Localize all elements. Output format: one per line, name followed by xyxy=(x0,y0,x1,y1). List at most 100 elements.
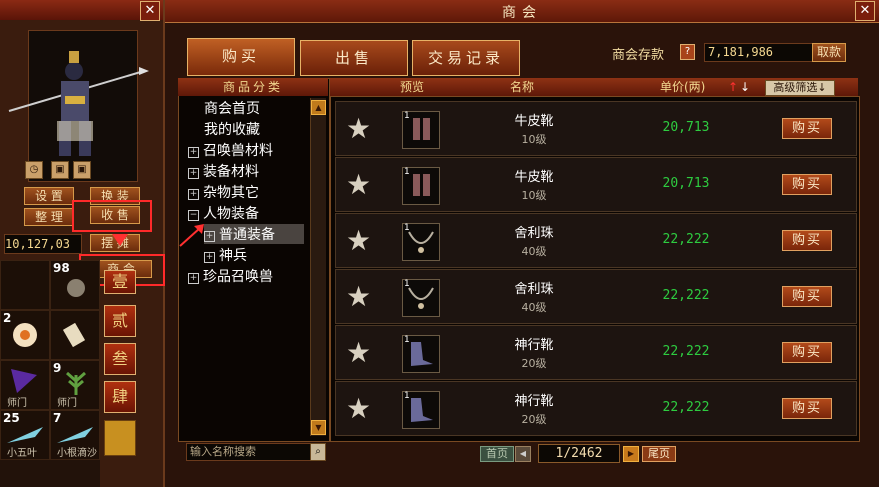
category-item-home[interactable]: 商会首页 xyxy=(204,98,260,118)
flag-item-icon xyxy=(11,369,37,393)
item-level: 10级 xyxy=(521,133,547,146)
collapse-icon[interactable]: − xyxy=(188,210,199,221)
buy-button[interactable]: 购买 xyxy=(782,230,832,251)
pointer-arrow-icon xyxy=(112,234,128,246)
category-item-equipment-materials[interactable]: + 装备材料 xyxy=(188,161,259,181)
inventory-slot[interactable] xyxy=(0,260,50,310)
expand-icon[interactable]: + xyxy=(188,168,199,179)
sell-button[interactable]: 收 售 xyxy=(90,206,140,224)
next-page-icon[interactable]: ▶ xyxy=(623,446,639,462)
list-item: ★ 1 神行靴 20级 22,222 购买 xyxy=(335,325,857,380)
buy-button[interactable]: 购买 xyxy=(782,342,832,363)
scroll-down-icon[interactable]: ▼ xyxy=(311,420,326,435)
favorite-star-icon[interactable]: ★ xyxy=(346,227,374,255)
item-price: 22,222 xyxy=(662,288,710,303)
item-name: 神行靴 xyxy=(514,394,554,409)
inventory-page-tab[interactable]: 贰 xyxy=(104,305,136,337)
expand-icon[interactable]: + xyxy=(188,189,199,200)
inventory-slot[interactable]: 98 xyxy=(50,260,100,310)
scroll-item-icon xyxy=(62,322,86,348)
close-icon[interactable]: ✕ xyxy=(855,1,875,21)
category-item-rare-pets[interactable]: + 珍品召唤兽 xyxy=(188,266,273,286)
window-title: 商会 xyxy=(502,5,542,21)
boots-item-icon[interactable]: 1 xyxy=(402,391,440,429)
sort-up-icon[interactable]: ↑ xyxy=(728,78,738,96)
category-item-pet-materials[interactable]: + 召唤兽材料 xyxy=(188,140,273,160)
category-item-misc[interactable]: + 杂物其它 xyxy=(188,182,259,202)
necklace-item-icon[interactable]: 1 xyxy=(402,223,440,261)
tab-trade-history[interactable]: 交易记录 xyxy=(412,40,520,76)
expand-icon[interactable]: + xyxy=(188,273,199,284)
inventory-slot[interactable]: 师门 xyxy=(0,360,50,410)
lock-icon[interactable]: ▣ xyxy=(73,161,91,179)
prev-page-icon[interactable]: ◀ xyxy=(515,446,531,462)
category-tree: 商会首页 我的收藏 + 召唤兽材料 + 装备材料 + 杂物其它 − 人物装备 + 普通装备… xyxy=(180,98,308,438)
boots-item-icon[interactable]: 1 xyxy=(402,111,440,149)
search-input[interactable]: 输入名称搜索 xyxy=(186,443,313,461)
bank-deposit-value: 7,181,986 xyxy=(704,43,813,62)
advanced-filter-button[interactable]: 高级筛选↓ xyxy=(765,80,835,96)
inventory-slot[interactable]: 2 xyxy=(0,310,50,360)
last-page-button[interactable]: 尾页 xyxy=(642,446,676,462)
item-price: 22,222 xyxy=(662,400,710,415)
stone-item-icon xyxy=(67,279,85,297)
category-item-normal-equipment[interactable]: + 普通装备 xyxy=(204,224,304,244)
organize-button[interactable]: 整 理 xyxy=(24,208,74,226)
scroll-up-icon[interactable]: ▲ xyxy=(311,100,326,115)
inventory-page-tab[interactable]: 肆 xyxy=(104,381,136,413)
first-page-button[interactable]: 首页 xyxy=(480,446,514,462)
inventory-grid: 98 2 师门 9 师门 25 小五叶 7 小根滴沙 xyxy=(0,260,100,487)
inventory-slot[interactable] xyxy=(50,310,100,360)
inventory-page-tab[interactable]: 壹 xyxy=(104,270,136,294)
clock-icon[interactable]: ◷ xyxy=(25,161,43,179)
bank-titlebar: 商会 xyxy=(165,0,879,23)
category-header: 商品分类 xyxy=(178,78,328,96)
item-name: 舍利珠 xyxy=(514,226,554,241)
item-level: 20级 xyxy=(521,357,547,370)
item-name: 牛皮靴 xyxy=(514,114,554,129)
inventory-slot[interactable]: 9 师门 xyxy=(50,360,100,410)
category-scrollbar[interactable]: ▲ ▼ xyxy=(310,98,326,436)
settings-button[interactable]: 设 置 xyxy=(24,187,74,205)
item-level: 40级 xyxy=(521,301,547,314)
help-icon[interactable]: ? xyxy=(680,44,695,60)
buy-button[interactable]: 购买 xyxy=(782,174,832,195)
tab-sell[interactable]: 出售 xyxy=(300,40,408,76)
list-item: ★ 1 神行靴 20级 22,222 购买 xyxy=(335,381,857,436)
favorite-star-icon[interactable]: ★ xyxy=(346,395,374,423)
inventory-slot[interactable]: 25 小五叶 xyxy=(0,410,50,460)
expand-icon[interactable]: + xyxy=(188,147,199,158)
category-item-character-equipment[interactable]: − 人物装备 xyxy=(188,203,259,223)
category-item-divine-weapons[interactable]: + 神兵 xyxy=(204,245,247,265)
buy-button[interactable]: 购买 xyxy=(782,398,832,419)
category-item-favorites[interactable]: 我的收藏 xyxy=(204,119,260,139)
sort-down-icon[interactable]: ↓ xyxy=(740,78,750,96)
character-panel-titlebar xyxy=(0,0,163,20)
item-list: ★ 1 牛皮靴 10级 20,713 购买 ★ 1 牛皮靴 10级 20,713… xyxy=(330,96,860,442)
herb-item-icon xyxy=(66,371,86,395)
inventory-page-tab[interactable]: 叁 xyxy=(104,343,136,375)
item-level: 10级 xyxy=(521,189,547,202)
item-price: 22,222 xyxy=(662,232,710,247)
boots-item-icon[interactable]: 1 xyxy=(402,335,440,373)
tab-buy[interactable]: 购买 xyxy=(187,38,295,76)
favorite-star-icon[interactable]: ★ xyxy=(346,171,374,199)
buy-button[interactable]: 购买 xyxy=(782,118,832,139)
lock-icon[interactable]: ▣ xyxy=(51,161,69,179)
favorite-star-icon[interactable]: ★ xyxy=(346,339,374,367)
close-icon[interactable]: ✕ xyxy=(140,1,160,21)
necklace-item-icon[interactable]: 1 xyxy=(402,279,440,317)
book-icon[interactable] xyxy=(104,420,136,456)
page-indicator: 1/2462 xyxy=(538,444,620,463)
expand-icon[interactable]: + xyxy=(204,252,215,263)
favorite-star-icon[interactable]: ★ xyxy=(346,115,374,143)
search-icon[interactable]: ⌕ xyxy=(310,443,326,461)
inventory-slot[interactable]: 7 小根滴沙 xyxy=(50,410,100,460)
boots-item-icon[interactable]: 1 xyxy=(402,167,440,205)
item-level: 20级 xyxy=(521,413,547,426)
item-level: 40级 xyxy=(521,245,547,258)
favorite-star-icon[interactable]: ★ xyxy=(346,283,374,311)
buy-button[interactable]: 购买 xyxy=(782,286,832,307)
list-item: ★ 1 舍利珠 40级 22,222 购买 xyxy=(335,269,857,324)
withdraw-button[interactable]: 取款 xyxy=(812,43,846,62)
